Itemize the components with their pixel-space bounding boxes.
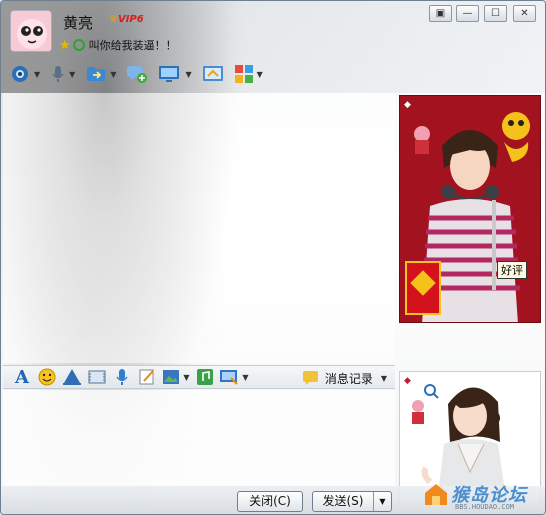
contact-avatar-figure xyxy=(400,96,540,322)
font-button[interactable]: A xyxy=(11,366,33,388)
maximize-button[interactable]: ☐ xyxy=(484,5,507,22)
badge-icon: ◆ xyxy=(404,100,411,110)
crown-icon: ♛ xyxy=(109,14,118,25)
send-file-icon xyxy=(87,67,106,81)
screen-capture-icon xyxy=(220,370,239,385)
message-history-button[interactable]: 消息记录 ▼ xyxy=(302,368,387,388)
rating-tag[interactable]: 好评 xyxy=(497,261,527,279)
chevron-down-icon: ▼ xyxy=(380,373,387,383)
badge-icon: ◆ xyxy=(404,376,411,386)
watermark-logo-icon xyxy=(425,484,447,505)
remote-assist-button[interactable]: ▼ xyxy=(158,64,192,84)
voice-message-button[interactable] xyxy=(111,367,133,387)
skin-menu-button[interactable]: ▣ xyxy=(429,5,452,22)
vip-level: VIP6 xyxy=(117,14,144,25)
chevron-down-icon: ▼ xyxy=(185,69,192,79)
close-icon: ✕ xyxy=(520,8,529,19)
minimize-icon: — xyxy=(462,8,473,19)
send-button[interactable]: 发送(S) xyxy=(313,492,373,511)
screen-capture-button[interactable]: ▼ xyxy=(219,367,249,387)
chevron-down-icon: ▼ xyxy=(69,69,76,79)
app-share-button[interactable] xyxy=(202,64,224,84)
screenshot-frame-button[interactable] xyxy=(86,367,108,387)
message-input[interactable] xyxy=(3,390,395,486)
vip-badge[interactable]: ♛VIP6 xyxy=(109,14,144,25)
handwrite-button[interactable] xyxy=(136,367,158,387)
minimize-button[interactable]: — xyxy=(456,5,479,22)
send-options-button[interactable]: ▼ xyxy=(373,492,391,511)
maximize-icon: ☐ xyxy=(491,8,500,19)
voice-msg-icon xyxy=(116,369,128,385)
history-icon xyxy=(302,371,318,385)
chevron-down-icon: ▼ xyxy=(379,497,386,506)
skin-menu-icon: ▣ xyxy=(435,8,446,19)
message-history-area[interactable] xyxy=(3,93,395,363)
magic-emoji-button[interactable] xyxy=(61,367,83,387)
contact-show-panel[interactable]: ◆ xyxy=(399,95,541,323)
app-share-icon xyxy=(202,66,223,81)
voice-call-icon xyxy=(52,66,64,82)
chat-window: ▣ — ☐ ✕ 黄亮 ♛VIP6 ★ 叫你给我装逼！！ ▼ ▼ ▼ ▼ ▼ ◆ … xyxy=(0,0,546,515)
avatar-face-icon xyxy=(11,11,51,51)
chevron-down-icon: ▼ xyxy=(183,372,190,382)
music-button[interactable] xyxy=(194,367,216,387)
format-toolbar: A ▼ ▼ 消息记录 ▼ xyxy=(3,365,395,389)
close-window-button[interactable]: ✕ xyxy=(513,5,536,22)
star-icon: ★ xyxy=(59,37,71,53)
voice-call-button[interactable]: ▼ xyxy=(50,64,75,84)
send-image-button[interactable]: ▼ xyxy=(161,367,191,387)
create-discussion-button[interactable] xyxy=(126,64,148,84)
screenshot-frame-icon xyxy=(88,370,106,384)
music-icon xyxy=(197,369,213,385)
image-icon xyxy=(163,370,180,384)
watermark: 猴岛论坛 BBS.HOUDAO.COM xyxy=(419,477,543,513)
send-button-group: 发送(S) ▼ xyxy=(312,491,392,512)
chevron-down-icon: ▼ xyxy=(256,69,263,79)
font-icon: A xyxy=(15,366,29,388)
contact-nickname: 黄亮 xyxy=(63,14,94,32)
create-discussion-icon xyxy=(127,66,148,83)
close-button[interactable]: 关闭(C) xyxy=(237,491,303,512)
chevron-down-icon: ▼ xyxy=(34,69,41,79)
magic-icon xyxy=(63,369,81,385)
remote-assist-icon xyxy=(159,66,180,82)
qq-status-icon xyxy=(72,39,85,51)
send-file-button[interactable]: ▼ xyxy=(85,64,116,84)
top-toolbar: ▼ ▼ ▼ ▼ ▼ xyxy=(9,63,273,85)
apps-grid-icon xyxy=(234,65,253,83)
video-call-button[interactable]: ▼ xyxy=(9,64,40,84)
video-call-icon xyxy=(12,66,28,82)
emoji-button[interactable] xyxy=(36,367,58,387)
avatar[interactable] xyxy=(10,10,52,52)
history-label: 消息记录 xyxy=(324,371,373,386)
status-row: ★ 叫你给我装逼！！ xyxy=(59,37,177,53)
watermark-url: BBS.HOUDAO.COM xyxy=(455,503,515,511)
handwrite-icon xyxy=(139,369,154,385)
chevron-down-icon: ▼ xyxy=(242,372,249,382)
chevron-down-icon: ▼ xyxy=(110,69,117,79)
contact-signature: 叫你给我装逼！！ xyxy=(88,39,177,52)
emoji-icon xyxy=(38,368,56,386)
apps-grid-button[interactable]: ▼ xyxy=(234,64,263,84)
